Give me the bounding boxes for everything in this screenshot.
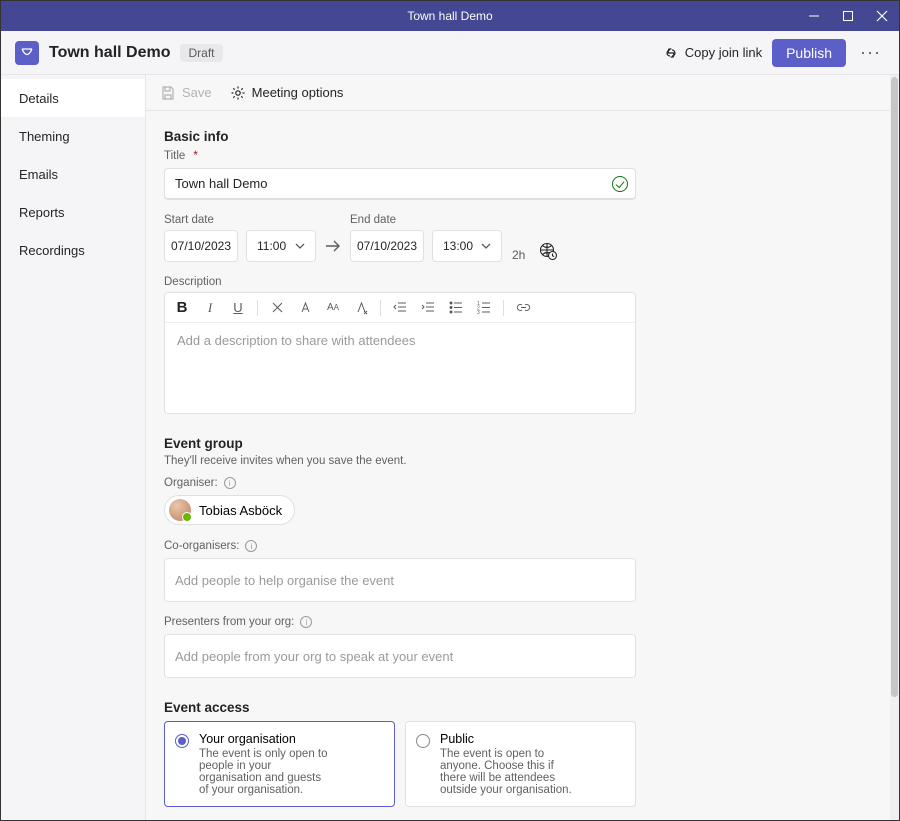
minimize-button[interactable] <box>797 1 831 31</box>
title-input[interactable]: Town hall Demo <box>164 168 636 200</box>
organiser-name: Tobias Asböck <box>199 503 282 518</box>
meeting-options-label: Meeting options <box>252 85 344 100</box>
end-time-input[interactable]: 13:00 <box>432 230 502 262</box>
link-button[interactable] <box>514 299 532 317</box>
event-access-heading: Event access <box>164 700 872 715</box>
sidebar-item-reports[interactable]: Reports <box>1 193 145 231</box>
access-opt2-title: Public <box>440 732 573 746</box>
gear-icon <box>230 85 246 101</box>
indent-button[interactable] <box>419 299 437 317</box>
copy-join-link-button[interactable]: Copy join link <box>663 45 762 61</box>
chevron-down-icon <box>481 241 491 251</box>
event-access-options: Your organisation The event is only open… <box>164 721 636 807</box>
maximize-button[interactable] <box>831 1 865 31</box>
access-opt2-desc: The event is open to anyone. Choose this… <box>440 748 573 796</box>
chevron-down-icon <box>295 241 305 251</box>
description-editor: B I U AA 123 <box>164 292 636 414</box>
duration-text: 2h <box>512 248 525 262</box>
status-badge: Draft <box>180 44 222 62</box>
start-date-input[interactable]: 07/10/2023 <box>164 230 238 262</box>
body: Details Theming Emails Reports Recording… <box>1 75 899 820</box>
access-your-org-option[interactable]: Your organisation The event is only open… <box>164 721 395 807</box>
valid-check-icon <box>612 176 628 192</box>
scrollbar-track[interactable] <box>890 75 899 820</box>
organiser-chip[interactable]: Tobias Asböck <box>164 495 295 525</box>
description-label: Description <box>164 276 872 288</box>
end-date-label: End date <box>350 214 424 226</box>
font-size-button[interactable]: AA <box>324 299 342 317</box>
save-button: Save <box>160 85 212 101</box>
main-area: Save Meeting options Basic info Title* T… <box>146 75 890 820</box>
access-opt1-title: Your organisation <box>199 732 332 746</box>
event-group-subtitle: They'll receive invites when you save th… <box>164 455 872 467</box>
info-icon[interactable] <box>300 616 312 628</box>
organiser-label: Organiser: <box>164 477 872 489</box>
content-toolbar: Save Meeting options <box>146 75 890 111</box>
start-date-label: Start date <box>164 214 238 226</box>
meeting-options-button[interactable]: Meeting options <box>230 85 344 101</box>
bullet-list-button[interactable] <box>447 299 465 317</box>
title-label: Title* <box>164 150 872 162</box>
highlight-button[interactable] <box>268 299 286 317</box>
description-textarea[interactable]: Add a description to share with attendee… <box>165 323 635 413</box>
sidebar-item-theming[interactable]: Theming <box>1 117 145 155</box>
link-icon <box>663 45 679 61</box>
number-list-button[interactable]: 123 <box>475 299 493 317</box>
presenters-label: Presenters from your org: <box>164 616 872 628</box>
italic-button[interactable]: I <box>201 299 219 317</box>
bold-button[interactable]: B <box>173 299 191 317</box>
editor-toolbar: B I U AA 123 <box>165 293 635 323</box>
start-time-input[interactable]: 11:00 <box>246 230 316 262</box>
sidebar: Details Theming Emails Reports Recording… <box>1 75 146 820</box>
coorganisers-input[interactable]: Add people to help organise the event <box>164 558 636 602</box>
save-label: Save <box>182 85 212 100</box>
date-row: Start date 07/10/2023 11:00 End date 07/… <box>164 214 872 262</box>
clear-format-button[interactable] <box>352 299 370 317</box>
radio-selected-icon <box>175 734 189 748</box>
copy-join-link-label: Copy join link <box>685 45 762 60</box>
page-title: Town hall Demo <box>49 44 170 62</box>
outdent-button[interactable] <box>391 299 409 317</box>
timezone-icon[interactable] <box>537 240 559 262</box>
event-app-icon <box>15 41 39 65</box>
info-icon[interactable] <box>224 477 236 489</box>
app-window: Town hall Demo Town hall Demo Draft <box>0 0 900 821</box>
avatar <box>169 499 191 521</box>
publish-button[interactable]: Publish <box>772 39 846 67</box>
sidebar-item-recordings[interactable]: Recordings <box>1 231 145 269</box>
close-button[interactable] <box>865 1 899 31</box>
window-title: Town hall Demo <box>1 9 899 23</box>
organiser-row: Tobias Asböck <box>164 495 872 526</box>
window-titlebar: Town hall Demo <box>1 1 899 31</box>
coorganisers-label: Co-organisers: <box>164 540 872 552</box>
more-options-button[interactable]: ··· <box>856 42 885 63</box>
content-scroll: Basic info Title* Town hall Demo Start d… <box>146 111 890 820</box>
scrollbar-thumb[interactable] <box>891 77 898 697</box>
font-color-button[interactable] <box>296 299 314 317</box>
event-group-heading: Event group <box>164 436 872 451</box>
underline-button[interactable]: U <box>229 299 247 317</box>
access-opt1-desc: The event is only open to people in your… <box>199 748 332 796</box>
sidebar-item-emails[interactable]: Emails <box>1 155 145 193</box>
basic-info-heading: Basic info <box>164 129 872 144</box>
sidebar-item-details[interactable]: Details <box>1 79 145 117</box>
window-controls <box>797 1 899 31</box>
info-icon[interactable] <box>245 540 257 552</box>
title-row: Town hall Demo <box>164 168 636 200</box>
presenters-input[interactable]: Add people from your org to speak at you… <box>164 634 636 678</box>
radio-unselected-icon <box>416 734 430 748</box>
access-public-option[interactable]: Public The event is open to anyone. Choo… <box>405 721 636 807</box>
page-header: Town hall Demo Draft Copy join link Publ… <box>1 31 899 75</box>
svg-text:3: 3 <box>477 310 480 315</box>
arrow-right-icon <box>324 230 342 262</box>
end-date-input[interactable]: 07/10/2023 <box>350 230 424 262</box>
